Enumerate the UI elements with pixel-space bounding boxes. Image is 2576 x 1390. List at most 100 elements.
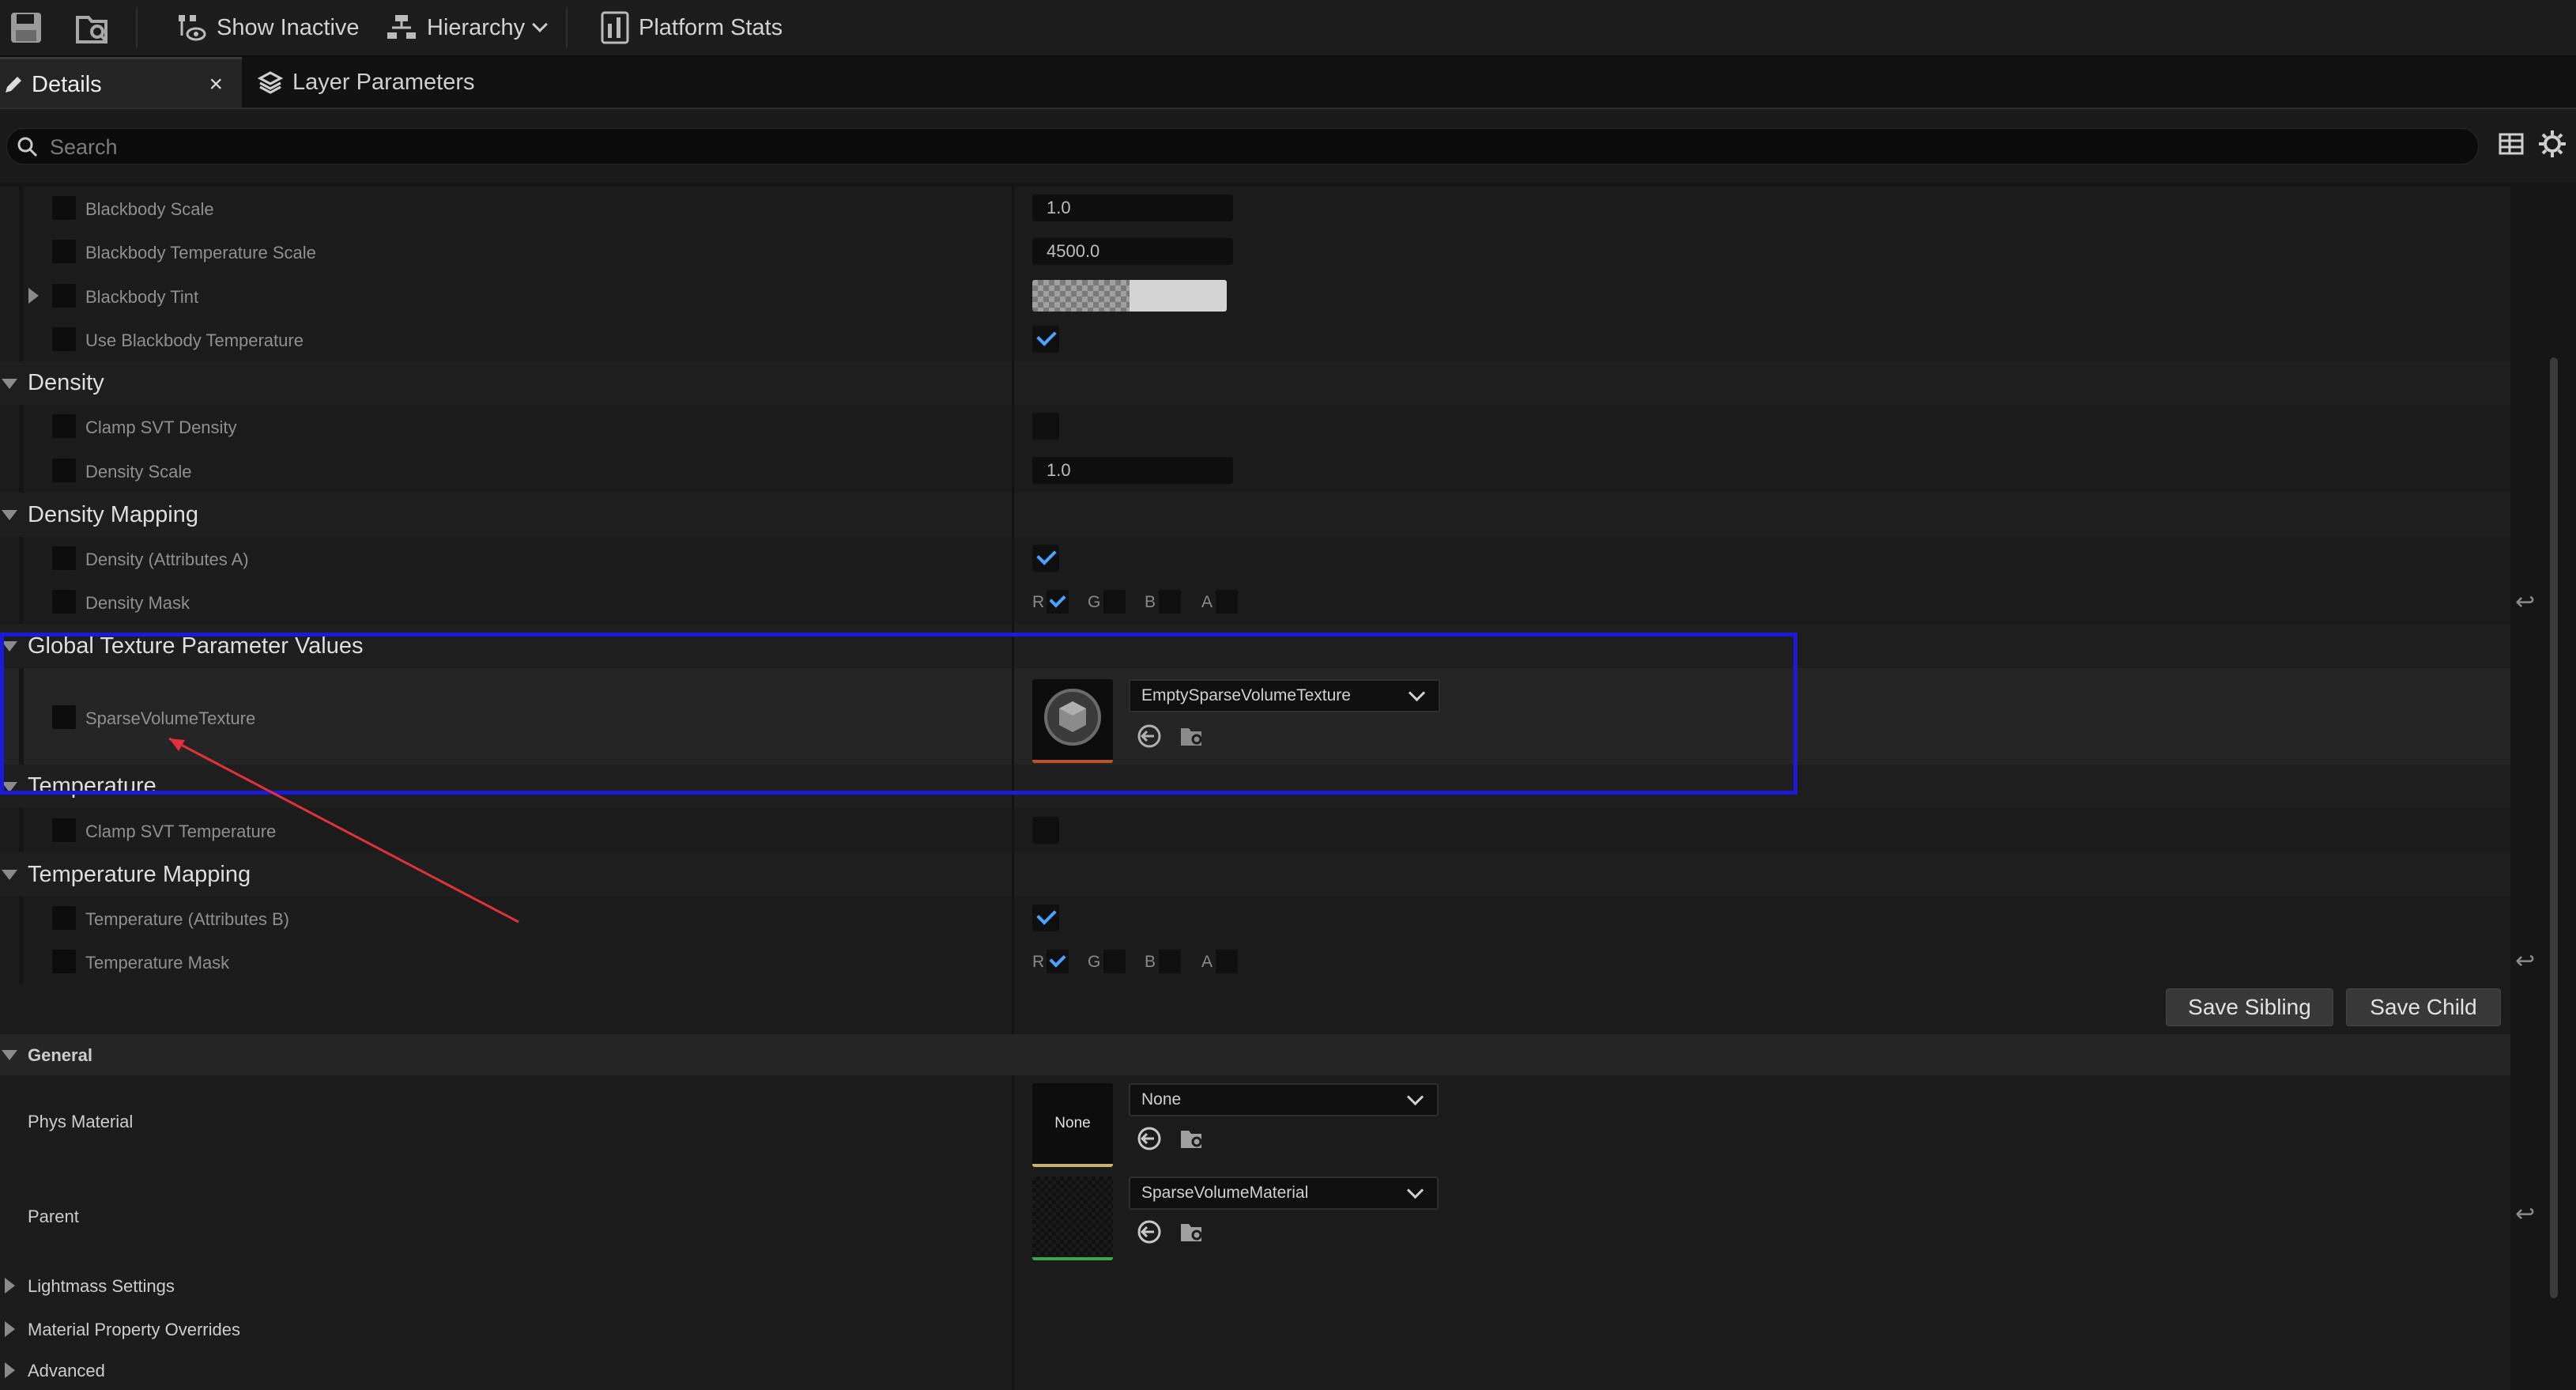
collapse-arrow-icon[interactable]	[2, 1050, 17, 1060]
color-swatch[interactable]	[1032, 280, 1227, 312]
close-icon[interactable]: ×	[209, 71, 223, 98]
hierarchy-icon	[387, 15, 416, 39]
override-checkbox[interactable]	[52, 906, 76, 930]
collapse-arrow-icon[interactable]	[2, 379, 17, 389]
channel-r-checkbox[interactable]	[1047, 590, 1069, 614]
channel-a-label: A	[1201, 953, 1213, 971]
channel-a-checkbox[interactable]	[1216, 590, 1238, 614]
clamp-svt-temperature-checkbox[interactable]	[1032, 817, 1059, 844]
check-icon	[1049, 591, 1066, 608]
save-child-button[interactable]: Save Child	[2346, 988, 2501, 1026]
general-category-label: General	[28, 1045, 92, 1065]
save-sibling-button[interactable]: Save Sibling	[2166, 988, 2333, 1026]
channel-b-checkbox[interactable]	[1159, 950, 1181, 973]
expand-arrow-icon[interactable]	[5, 1321, 15, 1337]
property-row: Blackbody Tint	[0, 274, 2510, 320]
override-checkbox[interactable]	[52, 590, 76, 614]
clamp-svt-density-label: Clamp SVT Density	[85, 417, 237, 437]
override-checkbox[interactable]	[52, 327, 76, 351]
browse-asset-icon[interactable]	[1178, 1218, 1206, 1246]
action-row	[0, 984, 2510, 1037]
expand-arrow-icon[interactable]	[28, 288, 39, 304]
override-checkbox[interactable]	[52, 950, 76, 973]
blackbody-temperature-scale-label: Blackbody Temperature Scale	[85, 243, 316, 263]
channel-g-label: G	[1088, 593, 1101, 611]
toolbar: Show Inactive Hierarchy Platform Stats	[0, 0, 2576, 57]
clamp-svt-density-checkbox[interactable]	[1032, 413, 1059, 440]
phys-material-dropdown-value: None	[1141, 1090, 1182, 1109]
category-row[interactable]: Density	[0, 361, 2510, 407]
browse-icon[interactable]	[73, 8, 112, 47]
use-blackbody-temperature-checkbox[interactable]	[1032, 326, 1059, 353]
tab-layer-parameters[interactable]: Layer Parameters	[258, 57, 495, 108]
table-view-icon[interactable]	[2498, 130, 2525, 157]
phys-material-thumbnail[interactable]: None	[1032, 1083, 1113, 1167]
property-row: Density (Attributes A)	[0, 537, 2510, 583]
scrollbar[interactable]	[2550, 357, 2558, 1298]
temperature-attributes-checkbox[interactable]	[1032, 905, 1059, 931]
channel-b-checkbox[interactable]	[1159, 590, 1181, 614]
show-inactive-button[interactable]: Show Inactive	[175, 6, 360, 49]
expand-arrow-icon[interactable]	[5, 1278, 15, 1294]
channel-g-checkbox[interactable]	[1103, 590, 1126, 614]
density-scale-field[interactable]: 1.0	[1032, 457, 1233, 484]
chevron-down-icon	[532, 17, 548, 32]
override-checkbox[interactable]	[52, 196, 76, 220]
channel-r-checkbox[interactable]	[1047, 950, 1069, 973]
tab-details-label: Details	[32, 71, 102, 97]
tab-layer-parameters-label: Layer Parameters	[292, 69, 475, 95]
collapsed-category-row[interactable]: Lightmass Settings	[0, 1263, 2510, 1309]
parent-dropdown[interactable]: SparseVolumeMaterial	[1129, 1177, 1439, 1210]
override-checkbox[interactable]	[52, 546, 76, 570]
use-selected-icon[interactable]	[1135, 1124, 1164, 1153]
tab-details[interactable]: Details ×	[0, 57, 242, 110]
density-category-label: Density	[28, 370, 104, 395]
reset-arrow-icon[interactable]: ↩	[2515, 947, 2535, 975]
channel-a-checkbox[interactable]	[1216, 950, 1238, 973]
advanced-label: Advanced	[28, 1361, 105, 1381]
category-row[interactable]: General	[0, 1034, 2510, 1078]
expand-arrow-icon[interactable]	[5, 1362, 15, 1378]
gear-icon[interactable]	[2537, 129, 2567, 159]
collapse-arrow-icon[interactable]	[2, 510, 17, 520]
platform-stats-button[interactable]: Platform Stats	[601, 6, 783, 49]
property-row: Phys Material None None	[0, 1075, 2510, 1173]
layers-icon	[258, 71, 283, 94]
blackbody-scale-field[interactable]: 1.0	[1032, 195, 1233, 221]
density-attributes-checkbox[interactable]	[1032, 545, 1059, 572]
save-icon[interactable]	[6, 8, 46, 47]
collapsed-category-row[interactable]: Advanced	[0, 1350, 2510, 1390]
channel-g-checkbox[interactable]	[1103, 950, 1126, 973]
property-row: Blackbody Temperature Scale 4500.0	[0, 230, 2510, 276]
use-selected-icon[interactable]	[1135, 1218, 1164, 1246]
collapsed-category-row[interactable]: Material Property Overrides	[0, 1307, 2510, 1353]
override-checkbox[interactable]	[52, 459, 76, 482]
category-row[interactable]: Density Mapping	[0, 493, 2510, 539]
temperature-mask-label: Temperature Mask	[85, 953, 230, 973]
channel-b-label: B	[1145, 593, 1156, 611]
override-checkbox[interactable]	[52, 414, 76, 438]
hierarchy-dropdown[interactable]: Hierarchy	[386, 6, 548, 49]
density-mapping-category-label: Density Mapping	[28, 502, 198, 527]
search-box[interactable]	[6, 128, 2479, 165]
property-row: Density Scale 1.0	[0, 448, 2510, 495]
annotation-arrow	[168, 737, 519, 924]
property-row: Density Mask R G B A	[0, 580, 2510, 626]
override-checkbox[interactable]	[52, 818, 76, 842]
use-blackbody-temperature-label: Use Blackbody Temperature	[85, 331, 304, 350]
reset-arrow-icon[interactable]: ↩	[2515, 588, 2535, 616]
property-row: Parent SparseVolumeMaterial	[0, 1170, 2510, 1266]
platform-stats-label: Platform Stats	[639, 14, 783, 40]
override-checkbox[interactable]	[52, 240, 76, 263]
blackbody-temperature-scale-field[interactable]: 4500.0	[1032, 238, 1233, 265]
channel-g-label: G	[1088, 953, 1101, 971]
browse-asset-icon[interactable]	[1178, 1124, 1206, 1153]
collapse-arrow-icon[interactable]	[2, 870, 17, 880]
override-checkbox[interactable]	[52, 284, 76, 308]
parent-thumbnail[interactable]	[1032, 1177, 1113, 1260]
search-input[interactable]	[48, 129, 2423, 165]
check-icon	[1049, 950, 1066, 968]
reset-arrow-icon[interactable]: ↩	[2515, 1200, 2535, 1228]
phys-material-dropdown[interactable]: None	[1129, 1083, 1439, 1116]
density-mask-label: Density Mask	[85, 593, 190, 613]
